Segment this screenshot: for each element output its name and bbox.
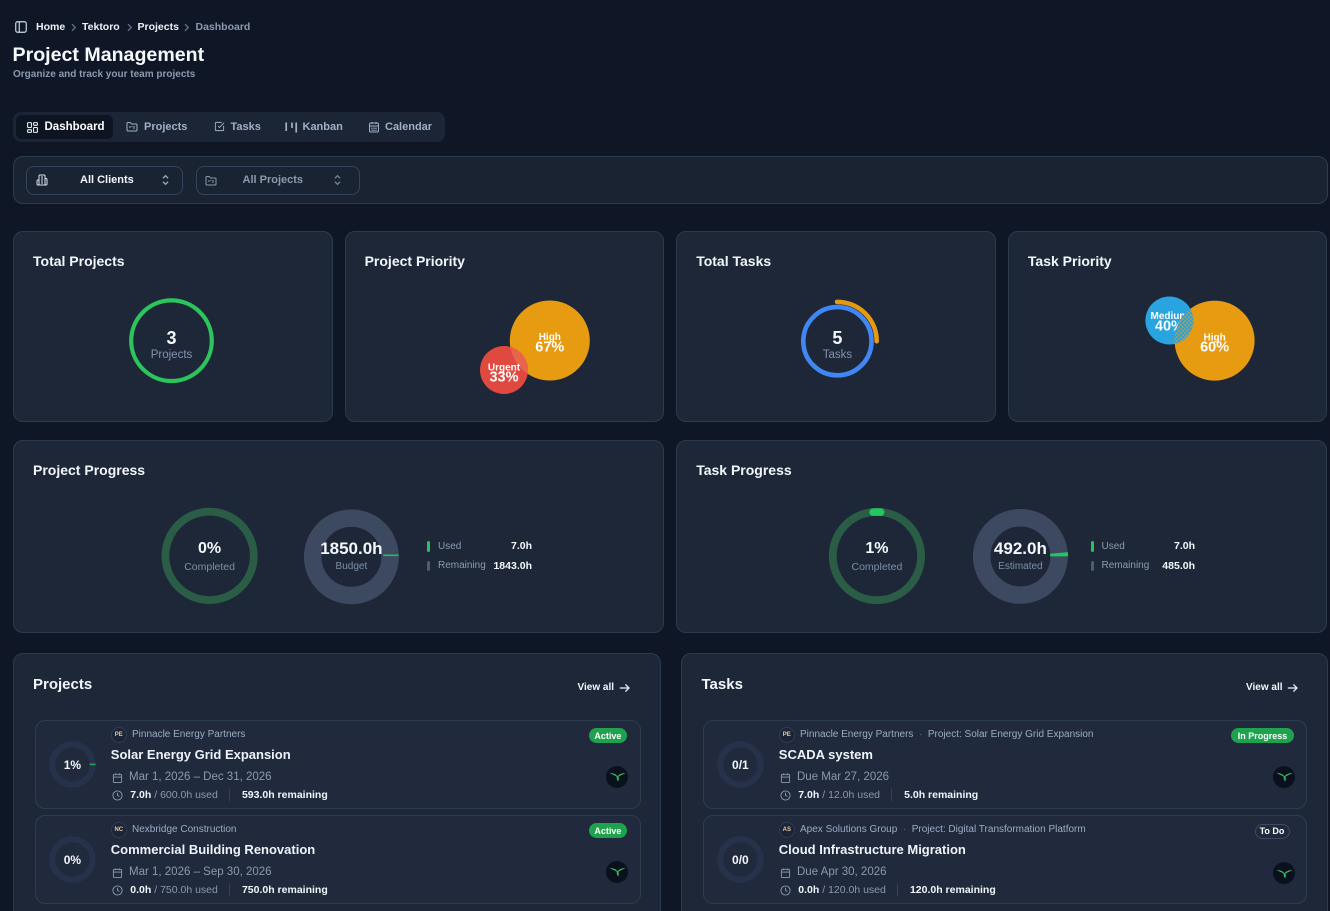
svg-text:67%: 67% [535,339,564,355]
svg-text:33%: 33% [489,369,518,385]
svg-text:60%: 60% [1200,340,1229,356]
